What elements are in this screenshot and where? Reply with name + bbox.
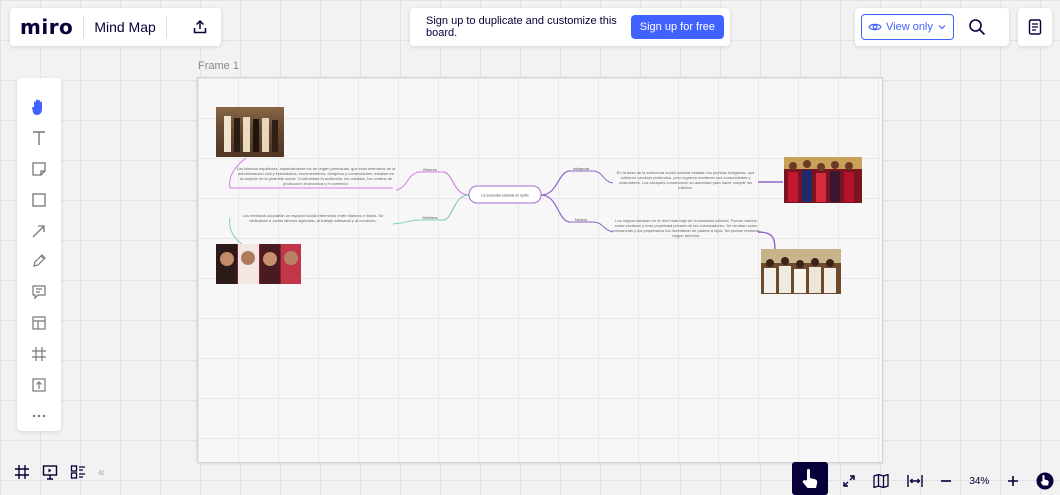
branch-underline-indigenas — [570, 170, 614, 184]
branch-text-mestizos[interactable]: Los mestizos ocupaban un espacio social … — [233, 213, 393, 223]
connector-indigenas — [540, 170, 571, 196]
frames-icon[interactable] — [14, 464, 30, 480]
pan-mode-button[interactable] — [792, 462, 828, 495]
frame-label[interactable]: Frame 1 — [198, 60, 239, 72]
view-only-label: View only — [886, 21, 933, 33]
branch-label-blancos[interactable]: Blancos — [423, 168, 437, 172]
help-icon[interactable] — [1036, 472, 1054, 490]
bottom-left-controls: « — [14, 457, 144, 487]
zoom-level[interactable]: 34% — [969, 476, 989, 487]
sticky-note-icon[interactable] — [24, 154, 54, 185]
connector-negros — [540, 194, 571, 223]
search-icon[interactable] — [968, 18, 986, 36]
board-header: miro Mind Map — [10, 8, 221, 46]
board-outline-icon[interactable] — [70, 464, 86, 480]
branch-text-indigenas[interactable]: En la base de la estructura social colon… — [613, 170, 758, 190]
eye-icon — [868, 22, 882, 32]
signup-text: Sign up to duplicate and customize this … — [426, 15, 617, 39]
branch-label-negros[interactable]: Negros — [575, 218, 587, 222]
view-controls: View only — [855, 8, 1009, 46]
fullscreen-icon[interactable] — [842, 474, 856, 488]
branch-label-indigenas[interactable]: Indígenas — [573, 167, 590, 171]
template-icon[interactable] — [24, 308, 54, 339]
zoom-in-icon[interactable] — [1007, 475, 1019, 487]
arrow-icon[interactable] — [24, 215, 54, 246]
photo-indigenas[interactable] — [784, 157, 862, 203]
hand-icon[interactable] — [24, 92, 54, 123]
photo-negros[interactable] — [761, 249, 841, 294]
pen-icon[interactable] — [24, 246, 54, 277]
pointer-hand-icon — [800, 468, 820, 490]
signup-banner: Sign up to duplicate and customize this … — [410, 8, 730, 46]
board-menu-button[interactable] — [1018, 8, 1052, 46]
left-toolbar — [17, 78, 61, 431]
branch-text-negros[interactable]: Los negros estaban en el nivel más bajo … — [611, 218, 761, 238]
share-icon[interactable] — [191, 18, 209, 36]
divider — [165, 16, 167, 38]
frame[interactable]: La sociedad colonial en Quito Blancos Me… — [197, 77, 883, 463]
photo-blancos[interactable] — [216, 107, 284, 157]
photo-mestizos[interactable] — [216, 244, 301, 284]
map-icon[interactable] — [873, 474, 889, 488]
frame-icon[interactable] — [24, 339, 54, 370]
branch-label-mestizos[interactable]: Mestizos — [423, 216, 438, 220]
collapse-button[interactable]: « — [98, 465, 105, 479]
zoom-out-icon[interactable] — [940, 475, 952, 487]
zoom-controls: 34% — [842, 469, 1054, 493]
upload-icon[interactable] — [24, 369, 54, 400]
mind-map: La sociedad colonial en Quito Blancos Me… — [216, 107, 862, 294]
comment-icon[interactable] — [24, 277, 54, 308]
divider — [83, 16, 85, 38]
connector-blancos — [442, 171, 470, 196]
center-node-label: La sociedad colonial en Quito — [481, 194, 528, 198]
more-icon[interactable] — [24, 400, 54, 431]
branch-underline-mestizos — [392, 219, 443, 225]
document-icon — [1028, 19, 1042, 35]
connector-mestizos — [442, 194, 470, 221]
branch-underline-negros — [570, 221, 614, 233]
board-title[interactable]: Mind Map — [94, 19, 155, 35]
text-icon[interactable] — [24, 123, 54, 154]
view-only-button[interactable]: View only — [861, 14, 954, 40]
signup-button[interactable]: Sign up for free — [630, 15, 724, 39]
branch-underline-blancos — [395, 171, 443, 191]
shape-icon[interactable] — [24, 184, 54, 215]
miro-logo[interactable]: miro — [20, 15, 73, 39]
branch-text-blancos[interactable]: Los blancos españoles, especialmente los… — [236, 166, 396, 186]
chevron-down-icon — [937, 23, 947, 31]
presentation-icon[interactable] — [42, 464, 58, 480]
fit-width-icon[interactable] — [906, 474, 923, 488]
